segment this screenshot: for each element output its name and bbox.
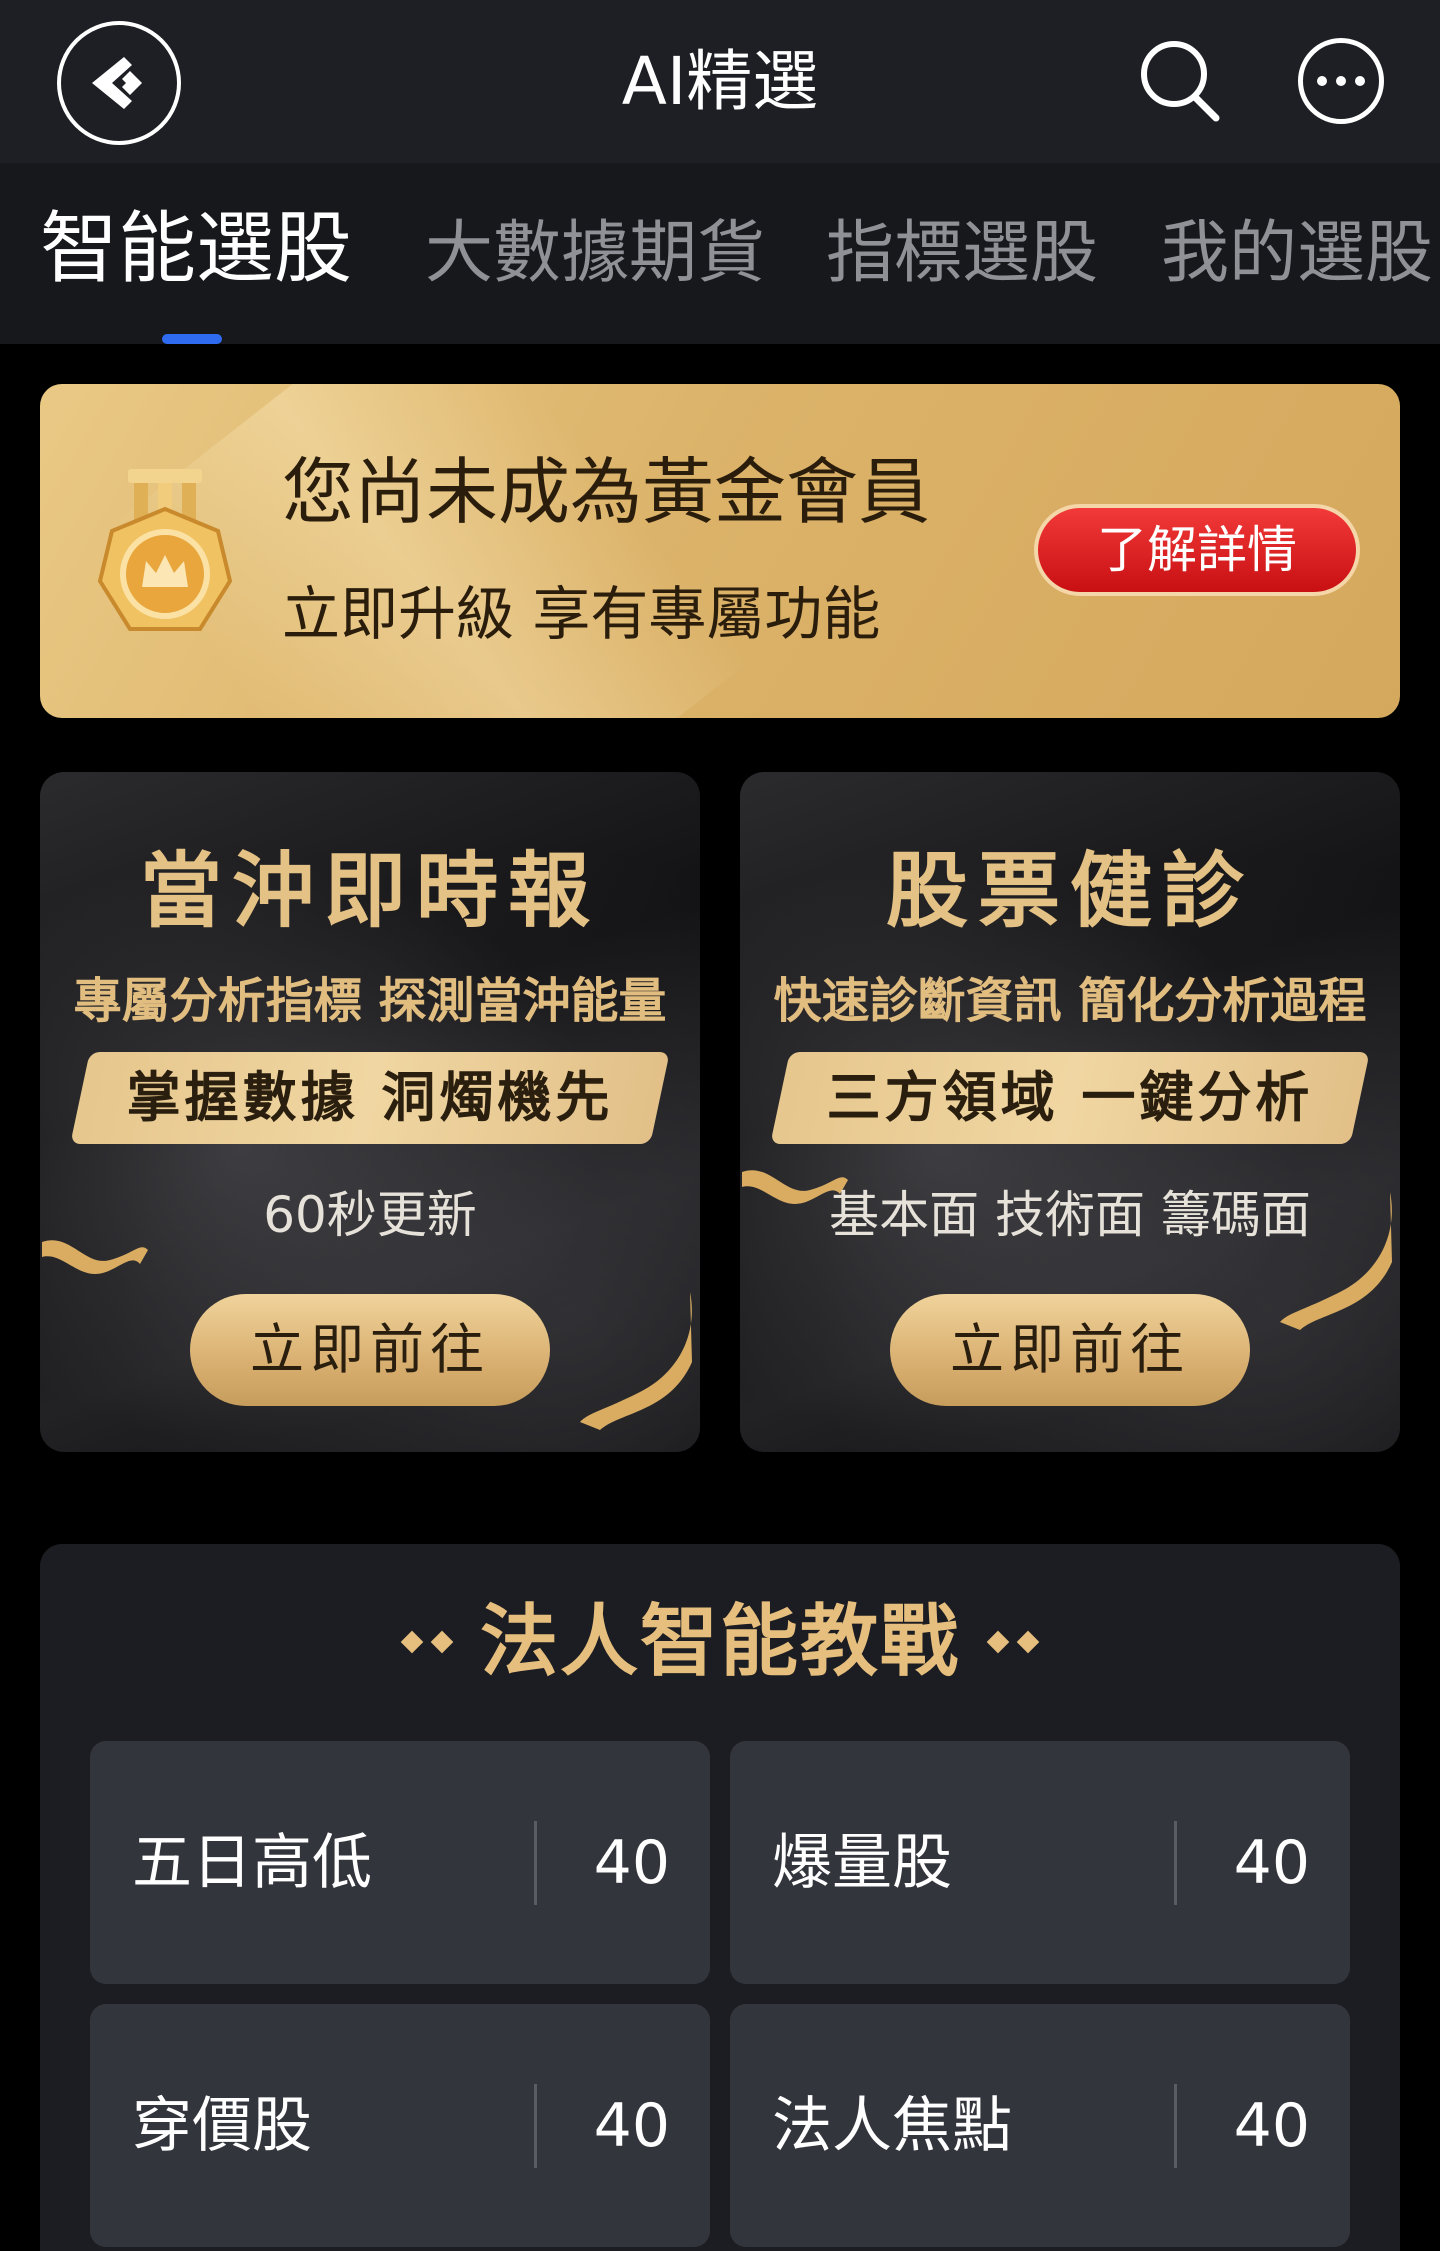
tab-my-picks[interactable]: 我的選股 bbox=[1161, 208, 1433, 300]
more-button[interactable] bbox=[1298, 38, 1384, 124]
promo-description: 快速診斷資訊 簡化分析過程 bbox=[773, 973, 1367, 1029]
gold-membership-banner[interactable]: 您尚未成為黃金會員 立即升級 享有專屬功能 了解詳情 bbox=[40, 384, 1400, 718]
strategy-count: 40 bbox=[1233, 1828, 1310, 1898]
strategy-card-five-day-high-low[interactable]: 五日高低 40 bbox=[90, 1741, 710, 1984]
promo-ribbon-text: 掌握數據 洞燭機先 bbox=[126, 1066, 614, 1129]
search-button[interactable] bbox=[1138, 38, 1222, 124]
strategy-count: 40 bbox=[593, 2091, 670, 2161]
learn-more-button[interactable]: 了解詳情 bbox=[1034, 504, 1360, 596]
strategy-card-volume-surge[interactable]: 爆量股 40 bbox=[730, 1741, 1350, 1984]
divider bbox=[534, 1821, 537, 1905]
divider bbox=[1174, 2084, 1177, 2168]
section-header: 法人智能教戰 bbox=[40, 1592, 1400, 1692]
page-title: AI精選 bbox=[621, 43, 819, 120]
strategy-name: 法人焦點 bbox=[772, 2091, 1012, 2161]
diamond-decoration-icon bbox=[400, 1630, 454, 1654]
divider bbox=[534, 2084, 537, 2168]
promo-note: 60秒更新 bbox=[263, 1186, 477, 1244]
promo-title: 股票健診 bbox=[885, 844, 1254, 939]
tab-smart-picks[interactable]: 智能選股 bbox=[40, 203, 352, 295]
strategy-name: 五日高低 bbox=[132, 1828, 372, 1898]
strategy-card-price-breakout[interactable]: 穿價股 40 bbox=[90, 2004, 710, 2247]
active-tab-indicator bbox=[162, 334, 222, 344]
gold-banner-title: 您尚未成為黃金會員 bbox=[282, 450, 931, 534]
promo-note: 基本面 技術面 籌碼面 bbox=[829, 1186, 1311, 1244]
strategy-name: 穿價股 bbox=[132, 2091, 312, 2161]
strategy-name: 爆量股 bbox=[772, 1828, 952, 1898]
tab-bar: 智能選股 大數據期貨 指標選股 我的選股 bbox=[0, 163, 1440, 344]
promo-ribbon-text: 三方領域 一鍵分析 bbox=[826, 1066, 1314, 1129]
strategy-card-institutional-focus[interactable]: 法人焦點 40 bbox=[730, 2004, 1350, 2247]
ribbon-decoration bbox=[580, 1292, 692, 1430]
go-now-button[interactable]: 立即前往 bbox=[890, 1294, 1250, 1406]
tab-big-data-futures[interactable]: 大數據期貨 bbox=[425, 208, 765, 300]
tab-indicator-picks[interactable]: 指標選股 bbox=[826, 208, 1098, 300]
strategy-count: 40 bbox=[593, 1828, 670, 1898]
promo-card-day-trade[interactable]: 當沖即時報 專屬分析指標 探測當沖能量 掌握數據 洞燭機先 60秒更新 立即前往 bbox=[40, 772, 700, 1452]
go-now-button[interactable]: 立即前往 bbox=[190, 1294, 550, 1406]
divider bbox=[1174, 1821, 1177, 1905]
top-bar: AI精選 bbox=[0, 0, 1440, 163]
search-icon bbox=[1141, 41, 1220, 122]
promo-card-stock-checkup[interactable]: 股票健診 快速診斷資訊 簡化分析過程 三方領域 一鍵分析 基本面 技術面 籌碼面… bbox=[740, 772, 1400, 1452]
promo-title: 當沖即時報 bbox=[139, 844, 600, 939]
diamond-decoration-icon bbox=[986, 1630, 1040, 1654]
strategy-count: 40 bbox=[1233, 2091, 1310, 2161]
gold-medal-icon bbox=[97, 469, 233, 631]
more-dots-icon bbox=[1317, 76, 1327, 86]
gold-banner-subtitle: 立即升級 享有專屬功能 bbox=[282, 580, 881, 648]
section-title: 法人智能教戰 bbox=[479, 1597, 960, 1687]
institutional-strategy-section: 法人智能教戰 五日高低 40 爆量股 40 穿價股 40 法人焦點 40 bbox=[40, 1544, 1400, 2251]
promo-description: 專屬分析指標 探測當沖能量 bbox=[73, 973, 667, 1029]
